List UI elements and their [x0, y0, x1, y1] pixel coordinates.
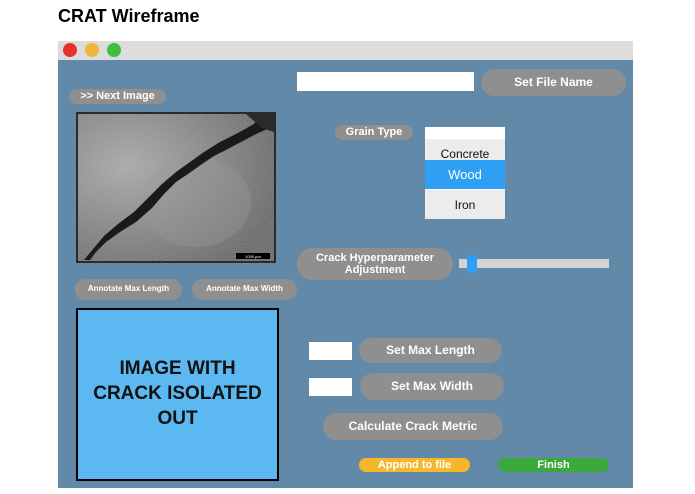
- annotate-max-length-button[interactable]: Annotate Max Length: [75, 279, 182, 300]
- file-name-input[interactable]: [297, 72, 474, 91]
- close-window-button[interactable]: [63, 43, 77, 57]
- append-to-file-button[interactable]: Append to file: [359, 458, 470, 472]
- grain-type-listbox[interactable]: Concrete Wood Iron: [425, 127, 505, 219]
- window-titlebar: [58, 41, 633, 60]
- annotate-max-width-button[interactable]: Annotate Max Width: [192, 279, 297, 300]
- app-window: Set File Name >> Next Image 1000 µm Anno…: [58, 41, 633, 488]
- isolated-crack-panel: IMAGE WITH CRACK ISOLATED OUT: [76, 308, 279, 481]
- max-length-input[interactable]: [309, 342, 352, 360]
- maximize-window-button[interactable]: [107, 43, 121, 57]
- hyperparameter-label: Crack Hyperparameter Adjustment: [297, 248, 453, 280]
- set-file-name-button[interactable]: Set File Name: [481, 69, 626, 96]
- grain-option-iron[interactable]: Iron: [425, 190, 505, 219]
- minimize-window-button[interactable]: [85, 43, 99, 57]
- scale-bar-label: 1000 µm: [245, 254, 261, 259]
- set-max-length-button[interactable]: Set Max Length: [359, 338, 502, 363]
- next-image-button[interactable]: >> Next Image: [69, 89, 166, 104]
- grain-option-wood[interactable]: Wood: [425, 160, 505, 189]
- calculate-crack-metric-button[interactable]: Calculate Crack Metric: [323, 413, 503, 440]
- finish-button[interactable]: Finish: [498, 458, 609, 472]
- set-max-width-button[interactable]: Set Max Width: [360, 373, 504, 400]
- crack-image: 1000 µm: [76, 112, 276, 263]
- hyperparameter-slider-thumb[interactable]: [467, 255, 478, 273]
- hyperparameter-slider-track[interactable]: [459, 259, 609, 268]
- crack-photo-graphic: 1000 µm: [78, 114, 274, 261]
- grain-type-label: Grain Type: [335, 125, 413, 140]
- max-width-input[interactable]: [309, 378, 352, 396]
- page-title: CRAT Wireframe: [58, 6, 200, 26]
- isolated-crack-text: IMAGE WITH CRACK ISOLATED OUT: [93, 358, 262, 429]
